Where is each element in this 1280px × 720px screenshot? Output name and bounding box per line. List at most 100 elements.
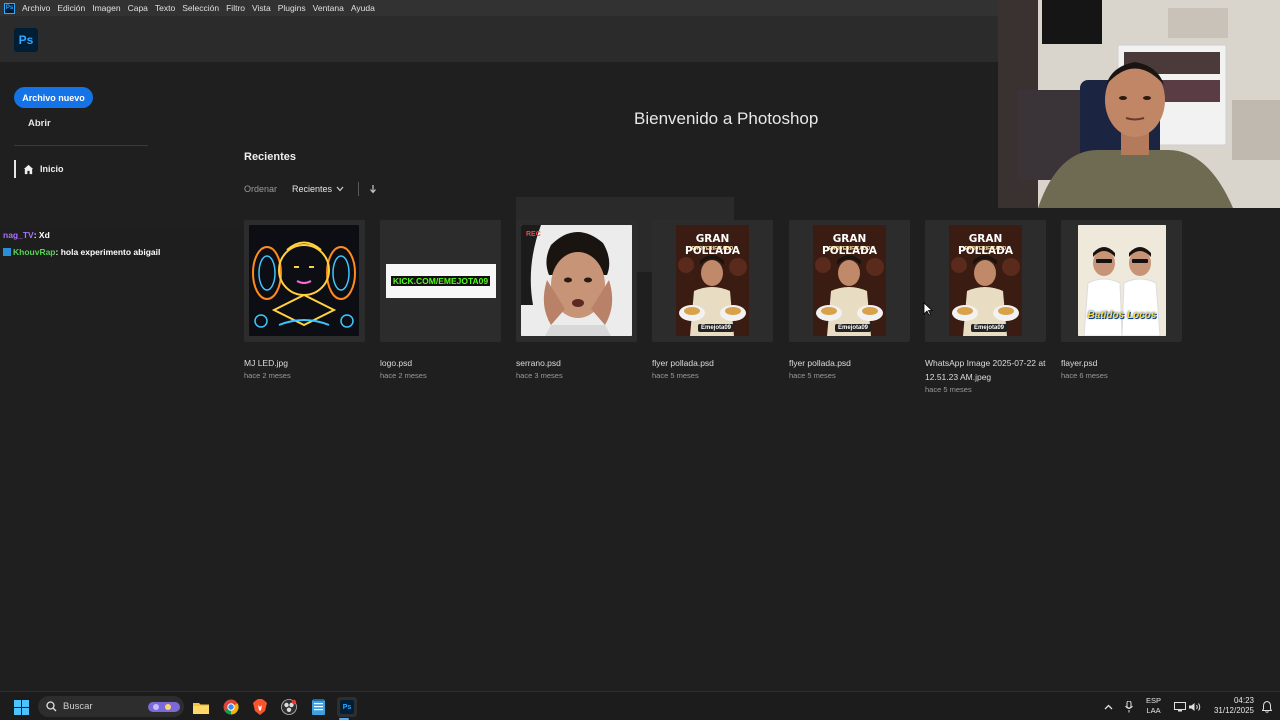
file-name[interactable]: flyer pollada.psd: [652, 356, 777, 370]
search-highlight-icon: [148, 701, 180, 712]
search-icon: [46, 701, 57, 712]
recent-file-card[interactable]: REC: [516, 220, 637, 342]
thumbnail-tag: Emejota09: [698, 324, 735, 332]
new-file-button[interactable]: Archivo nuevo: [14, 87, 93, 108]
recent-file-card[interactable]: GRAN POLLADA PROVERIFICADO Emejota09: [652, 220, 773, 342]
notification-bell-icon[interactable]: [1257, 697, 1277, 717]
recent-file-card[interactable]: Batidos Locos: [1061, 220, 1182, 342]
sidebar-divider: [14, 145, 148, 146]
home-icon: [23, 164, 34, 174]
file-thumbnail: [249, 225, 359, 336]
chat-text: : Xd: [33, 229, 50, 240]
file-date: hace 2 meses: [244, 371, 291, 380]
brave-icon[interactable]: [250, 697, 270, 717]
menu-texto[interactable]: Texto: [155, 3, 175, 13]
thumbnail-title: GRAN POLLADA: [822, 233, 877, 257]
active-indicator: [14, 160, 16, 178]
open-button[interactable]: Abrir: [28, 118, 51, 129]
file-date: hace 2 meses: [380, 371, 427, 380]
recent-file-card[interactable]: KICK.COM/EMEJOTA09: [380, 220, 501, 342]
chevron-up-icon[interactable]: [1098, 697, 1118, 717]
file-name[interactable]: WhatsApp Image 2025-07-22 at 12.51.23 AM…: [925, 356, 1050, 384]
file-date: hace 5 meses: [925, 385, 972, 394]
photoshop-taskbar-icon[interactable]: Ps: [337, 697, 357, 717]
thumbnail-text: KICK.COM/EMEJOTA09: [390, 275, 491, 286]
obs-icon[interactable]: [279, 697, 299, 717]
search-placeholder: Buscar: [63, 701, 93, 712]
sort-dropdown[interactable]: Recientes: [292, 184, 332, 194]
file-name[interactable]: flyer pollada.psd: [789, 356, 914, 370]
menu-edicion[interactable]: Edición: [57, 3, 85, 13]
clock-time: 04:23: [1233, 696, 1254, 705]
menu-plugins[interactable]: Plugins: [278, 3, 306, 13]
sort-direction-icon[interactable]: [369, 184, 377, 194]
thumbnail-subtitle: PROVERIFICADO: [964, 246, 1007, 252]
file-name[interactable]: logo.psd: [380, 356, 505, 370]
welcome-title: Bienvenido a Photoshop: [634, 109, 819, 128]
mouse-cursor-icon: [923, 302, 933, 316]
file-name[interactable]: MJ LED.jpg: [244, 356, 369, 370]
recent-file-card[interactable]: GRAN POLLADA PROVERIFICADO Emejota09: [789, 220, 910, 342]
recent-heading: Recientes: [244, 151, 296, 163]
thumbnail-tag: Emejota09: [971, 324, 1008, 332]
taskbar-search[interactable]: Buscar: [38, 696, 184, 717]
ps-logo[interactable]: Ps: [14, 28, 38, 52]
system-clock[interactable]: 04:23 31/12/2025: [1210, 696, 1254, 716]
menu-imagen[interactable]: Imagen: [92, 3, 120, 13]
menu-capa[interactable]: Capa: [128, 3, 148, 13]
thumbnail-tag: Emejota09: [835, 324, 872, 332]
file-thumbnail: REC: [521, 225, 632, 336]
file-thumbnail: GRAN POLLADA PROVERIFICADO Emejota09: [813, 225, 886, 336]
chrome-icon[interactable]: [221, 697, 241, 717]
lang-layout: LAA: [1146, 706, 1161, 715]
volume-icon[interactable]: [1185, 697, 1205, 717]
chat-text: : hola experimento abigail: [55, 246, 161, 257]
thumbnail-title: GRAN POLLADA: [685, 233, 740, 257]
thumbnail-title: Batidos Locos: [1087, 310, 1157, 321]
menu-seleccion[interactable]: Selección: [182, 3, 219, 13]
language-indicator[interactable]: ESP LAA: [1146, 696, 1161, 716]
file-name[interactable]: serrano.psd: [516, 356, 641, 370]
chevron-down-icon[interactable]: [336, 186, 344, 192]
file-date: hace 3 meses: [516, 371, 563, 380]
recent-file-card[interactable]: GRAN POLLADA PROVERIFICADO Emejota09: [925, 220, 1046, 342]
file-date: hace 5 meses: [652, 371, 699, 380]
chat-username: KhouvRap: [13, 246, 56, 257]
file-name[interactable]: flayer.psd: [1061, 356, 1186, 370]
windows-start-icon[interactable]: [11, 697, 31, 717]
menu-archivo[interactable]: Archivo: [22, 3, 50, 13]
file-date: hace 6 meses: [1061, 371, 1108, 380]
clock-date: 31/12/2025: [1213, 706, 1254, 715]
file-thumbnail: KICK.COM/EMEJOTA09: [385, 225, 496, 336]
recent-file-card[interactable]: [244, 220, 365, 342]
sidebar-item-label: Inicio: [40, 164, 64, 174]
ps-app-icon: Ps: [4, 2, 15, 14]
divider: [358, 182, 360, 196]
thumbnail-subtitle: PROVERIFICADO: [828, 246, 871, 252]
chat-username: nag_TV: [3, 229, 34, 240]
notepad-icon[interactable]: [308, 697, 328, 717]
menu-ventana[interactable]: Ventana: [313, 3, 344, 13]
chat-message: KhouvRap : hola experimento abigail: [0, 243, 245, 260]
home-header: Ps: [0, 16, 998, 62]
file-thumbnail: GRAN POLLADA PROVERIFICADO Emejota09: [676, 225, 749, 336]
menu-ayuda[interactable]: Ayuda: [351, 3, 375, 13]
chat-badge-icon: [3, 247, 11, 256]
chat-message: nag_TV : Xd: [0, 226, 245, 243]
file-thumbnail: GRAN POLLADA PROVERIFICADO Emejota09: [949, 225, 1022, 336]
microphone-icon[interactable]: [1119, 697, 1139, 717]
file-thumbnail: Batidos Locos: [1078, 225, 1166, 336]
stream-chat-overlay: nag_TV : Xd KhouvRap : hola experimento …: [0, 226, 245, 260]
photoshop-window: Ps Archivo Edición Imagen Capa Texto Sel…: [0, 0, 1280, 720]
thumbnail-subtitle: PROVERIFICADO: [691, 246, 734, 252]
thumbnail-title: GRAN POLLADA: [958, 233, 1013, 257]
sidebar-item-home[interactable]: Inicio: [14, 160, 64, 178]
lang-code: ESP: [1146, 696, 1162, 705]
sort-label: Ordenar: [244, 184, 278, 194]
menu-vista[interactable]: Vista: [252, 3, 271, 13]
menu-filtro[interactable]: Filtro: [226, 3, 245, 13]
file-explorer-icon[interactable]: [191, 697, 211, 717]
menu-bar: Ps Archivo Edición Imagen Capa Texto Sel…: [0, 0, 998, 16]
webcam-overlay: [998, 0, 1280, 208]
rec-label: REC: [526, 231, 541, 238]
